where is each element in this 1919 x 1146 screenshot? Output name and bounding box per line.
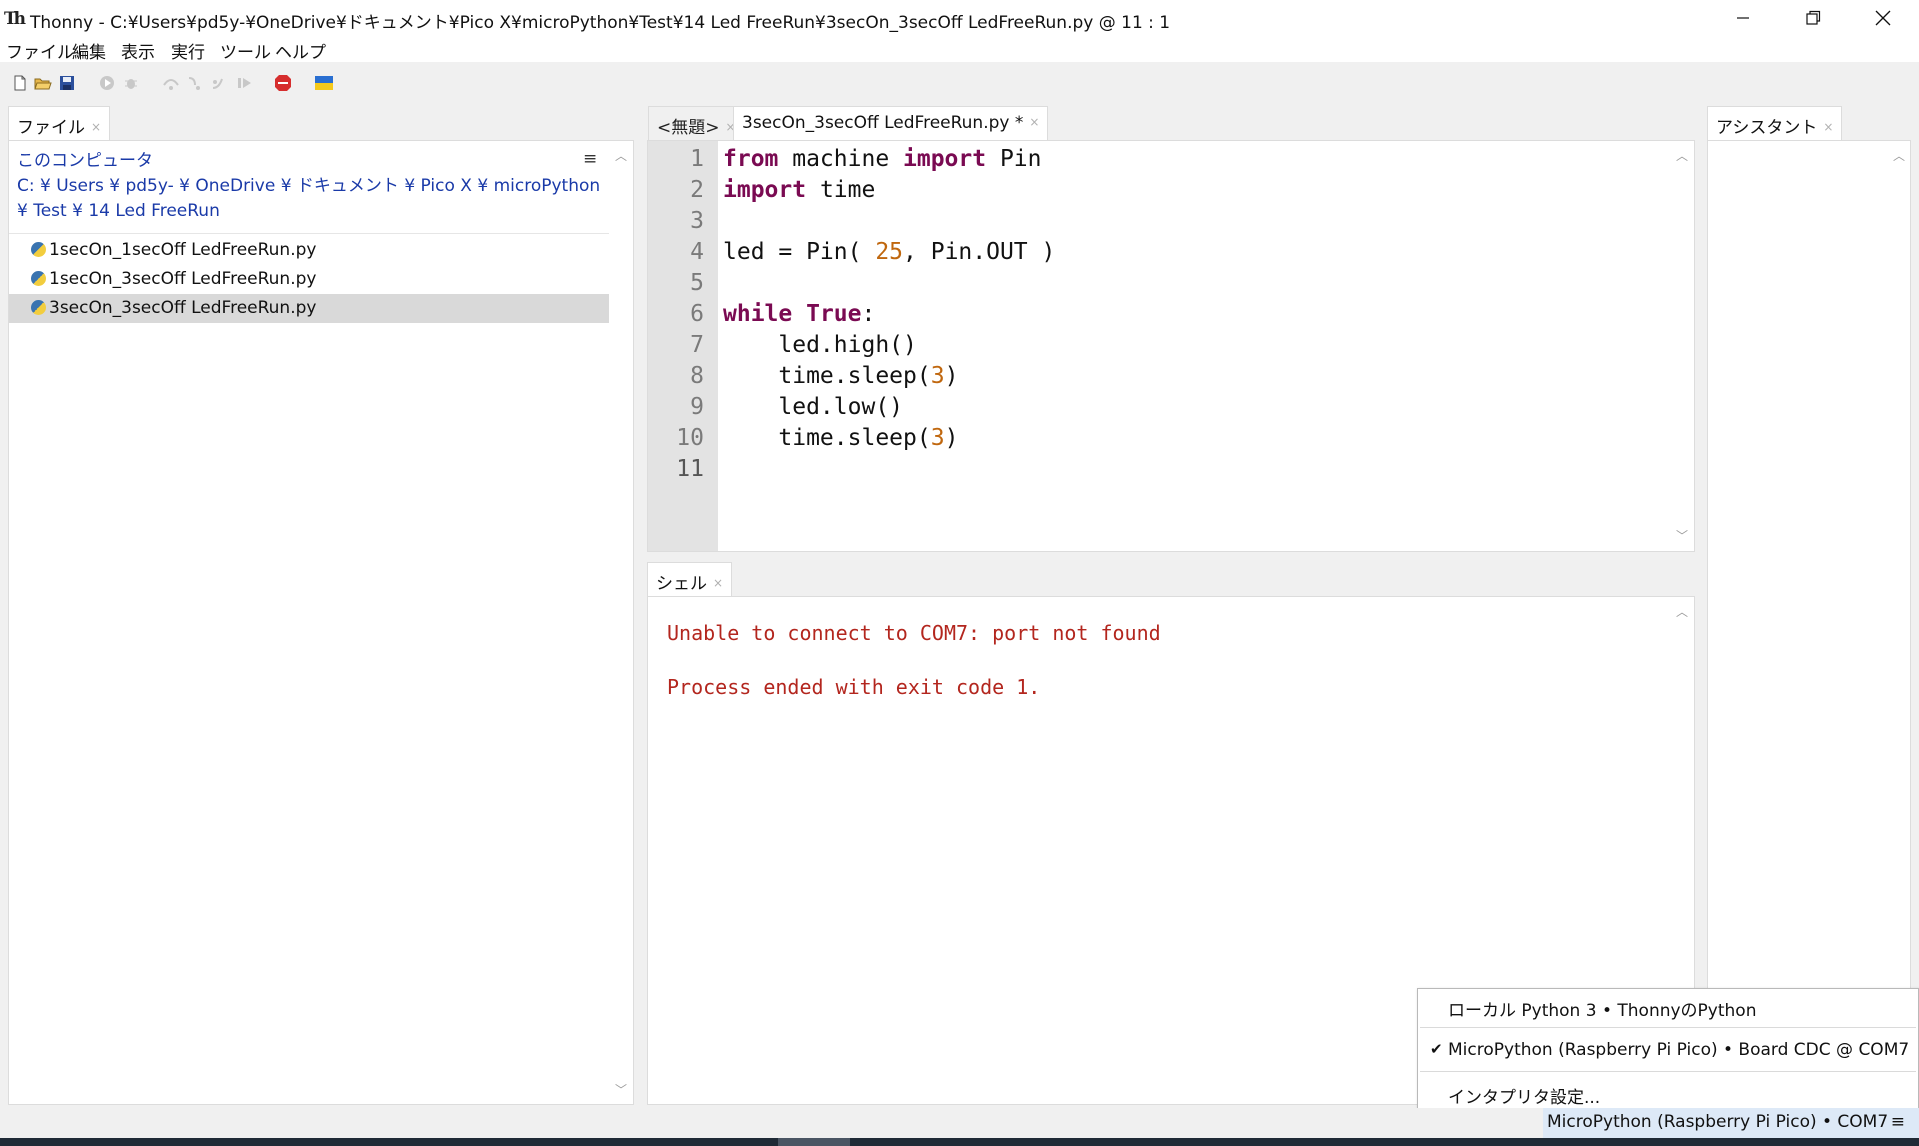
code-line[interactable]: time.sleep(3) — [723, 425, 958, 451]
python-file-icon — [31, 271, 46, 286]
shell-error-line: Process ended with exit code 1. — [667, 675, 1041, 699]
step-over-icon[interactable] — [162, 74, 180, 92]
line-number: 9 — [690, 394, 704, 420]
file-browser: このコンピュータ C: ¥ Users ¥ pd5y- ¥ OneDrive ¥… — [8, 140, 634, 1105]
code-line[interactable]: led.low() — [723, 394, 903, 420]
save-icon[interactable] — [58, 74, 76, 92]
minimize-button[interactable] — [1708, 0, 1778, 36]
tab-untitled-label: <無題> — [657, 118, 720, 138]
step-out-icon[interactable] — [210, 74, 228, 92]
line-number: 2 — [690, 177, 704, 203]
file-list-item[interactable]: 1secOn_3secOff LedFreeRun.py — [9, 265, 609, 294]
scroll-up-icon[interactable]: ︿ — [610, 147, 632, 164]
restore-icon — [1806, 10, 1821, 25]
hamburger-menu-icon[interactable]: ≡ — [583, 149, 597, 169]
divider — [9, 233, 609, 234]
file-name: 1secOn_1secOff LedFreeRun.py — [49, 240, 317, 260]
stop-icon[interactable] — [274, 74, 292, 92]
step-into-icon[interactable] — [186, 74, 204, 92]
tab-shell[interactable]: シェル × — [647, 562, 733, 596]
menu-run[interactable]: 実行 — [171, 38, 205, 63]
menu-edit[interactable]: 編集 — [72, 38, 106, 63]
tab-shell-label: シェル — [656, 574, 707, 594]
line-number: 3 — [690, 208, 704, 234]
line-number: 6 — [690, 301, 704, 327]
new-file-icon[interactable] — [11, 74, 29, 92]
resume-icon[interactable] — [236, 74, 254, 92]
tab-assistant-label: アシスタント — [1716, 118, 1818, 138]
window-title: Thonny - C:¥Users¥pd5y-¥OneDrive¥ドキュメント¥… — [30, 13, 1171, 33]
line-number-gutter: 1 2 3 4 5 6 7 8 9 10 11 — [648, 141, 718, 551]
code-line[interactable]: while True: — [723, 301, 875, 327]
tab-untitled[interactable]: <無題> × — [648, 106, 745, 140]
code-line[interactable]: time.sleep(3) — [723, 363, 958, 389]
ukraine-flag-icon[interactable] — [315, 74, 333, 92]
tab-files-label: ファイル — [17, 118, 85, 138]
code-editor[interactable]: 1 2 3 4 5 6 7 8 9 10 11 from machine imp… — [647, 140, 1695, 552]
line-number: 5 — [690, 270, 704, 296]
close-window-button[interactable] — [1848, 0, 1918, 36]
tab-current-file[interactable]: 3secOn_3secOff LedFreeRun.py * × — [733, 106, 1049, 140]
current-path[interactable]: C: ¥ Users ¥ pd5y- ¥ OneDrive ¥ ドキュメント ¥… — [17, 174, 607, 224]
divider — [1420, 1071, 1916, 1072]
close-icon — [1875, 10, 1891, 26]
taskbar-active-item — [778, 1138, 850, 1146]
divider — [1420, 1027, 1916, 1028]
menu-help[interactable]: ヘルプ — [275, 38, 326, 63]
code-line[interactable]: import time — [723, 177, 875, 203]
close-tab-icon[interactable]: × — [1029, 115, 1039, 129]
code-line[interactable]: led = Pin( 25, Pin.OUT ) — [723, 239, 1055, 265]
interpreter-label: MicroPython (Raspberry Pi Pico) • COM7 — [1547, 1112, 1889, 1132]
location-label[interactable]: このコンピュータ — [17, 149, 607, 174]
scroll-down-icon[interactable]: ﹀ — [1671, 527, 1693, 544]
line-number: 7 — [690, 332, 704, 358]
close-tab-icon[interactable]: × — [1823, 120, 1833, 134]
tab-files[interactable]: ファイル × — [8, 106, 111, 140]
python-file-icon — [31, 242, 46, 257]
menu-view[interactable]: 表示 — [121, 38, 155, 63]
line-number: 10 — [676, 425, 704, 451]
close-tab-icon[interactable]: × — [91, 120, 101, 134]
restore-button[interactable] — [1778, 0, 1848, 36]
toolbar — [0, 62, 1919, 104]
menu-option-local-python[interactable]: ローカル Python 3 • ThonnyのPython — [1448, 996, 1756, 1021]
scroll-up-icon[interactable]: ︿ — [1671, 603, 1693, 620]
assistant-pane: ︿ — [1707, 140, 1911, 1105]
open-folder-icon[interactable] — [34, 74, 52, 92]
tab-assistant[interactable]: アシスタント × — [1707, 106, 1843, 140]
hamburger-menu-icon: ≡ — [1890, 1112, 1905, 1132]
debug-icon[interactable] — [122, 74, 140, 92]
menu-option-interpreter-settings[interactable]: インタプリタ設定... — [1448, 1083, 1600, 1108]
code-line[interactable]: led.high() — [723, 332, 917, 358]
line-number-current: 11 — [676, 456, 704, 482]
file-list-item-selected[interactable]: 3secOn_3secOff LedFreeRun.py — [9, 294, 609, 323]
python-file-icon — [31, 300, 46, 315]
interpreter-selector[interactable]: MicroPython (Raspberry Pi Pico) • COM7 ≡ — [1543, 1108, 1919, 1138]
close-tab-icon[interactable]: × — [713, 576, 723, 590]
file-name: 1secOn_3secOff LedFreeRun.py — [49, 269, 317, 289]
run-icon[interactable] — [98, 74, 116, 92]
scroll-down-icon[interactable]: ﹀ — [610, 1081, 632, 1098]
menu-bar: ファイル 編集 表示 実行 ツール ヘルプ — [0, 36, 1919, 63]
menu-tools[interactable]: ツール — [220, 38, 271, 63]
title-bar: Th Thonny - C:¥Users¥pd5y-¥OneDrive¥ドキュメ… — [0, 0, 1919, 36]
line-number: 4 — [690, 239, 704, 265]
line-number: 8 — [690, 363, 704, 389]
file-name: 3secOn_3secOff LedFreeRun.py — [49, 298, 317, 318]
interpreter-popup-menu: ローカル Python 3 • ThonnyのPython ✔ MicroPyt… — [1417, 988, 1919, 1112]
menu-file[interactable]: ファイル — [6, 38, 74, 63]
file-browser-path[interactable]: このコンピュータ C: ¥ Users ¥ pd5y- ¥ OneDrive ¥… — [17, 149, 607, 224]
shell-error-line: Unable to connect to COM7: port not foun… — [667, 621, 1161, 645]
code-line[interactable]: from machine import Pin — [723, 146, 1042, 172]
scroll-up-icon[interactable]: ︿ — [1888, 147, 1910, 164]
scroll-up-icon[interactable]: ︿ — [1671, 147, 1693, 164]
checkmark-icon: ✔ — [1430, 1040, 1443, 1058]
taskbar-strip — [0, 1138, 1919, 1146]
thonny-logo-icon: Th — [4, 9, 26, 29]
tab-current-file-label: 3secOn_3secOff LedFreeRun.py * — [742, 113, 1024, 133]
menu-option-micropython-pico[interactable]: MicroPython (Raspberry Pi Pico) • Board … — [1448, 1040, 1909, 1060]
line-number: 1 — [690, 146, 704, 172]
minimize-icon — [1737, 17, 1749, 19]
file-list-item[interactable]: 1secOn_1secOff LedFreeRun.py — [9, 236, 609, 265]
